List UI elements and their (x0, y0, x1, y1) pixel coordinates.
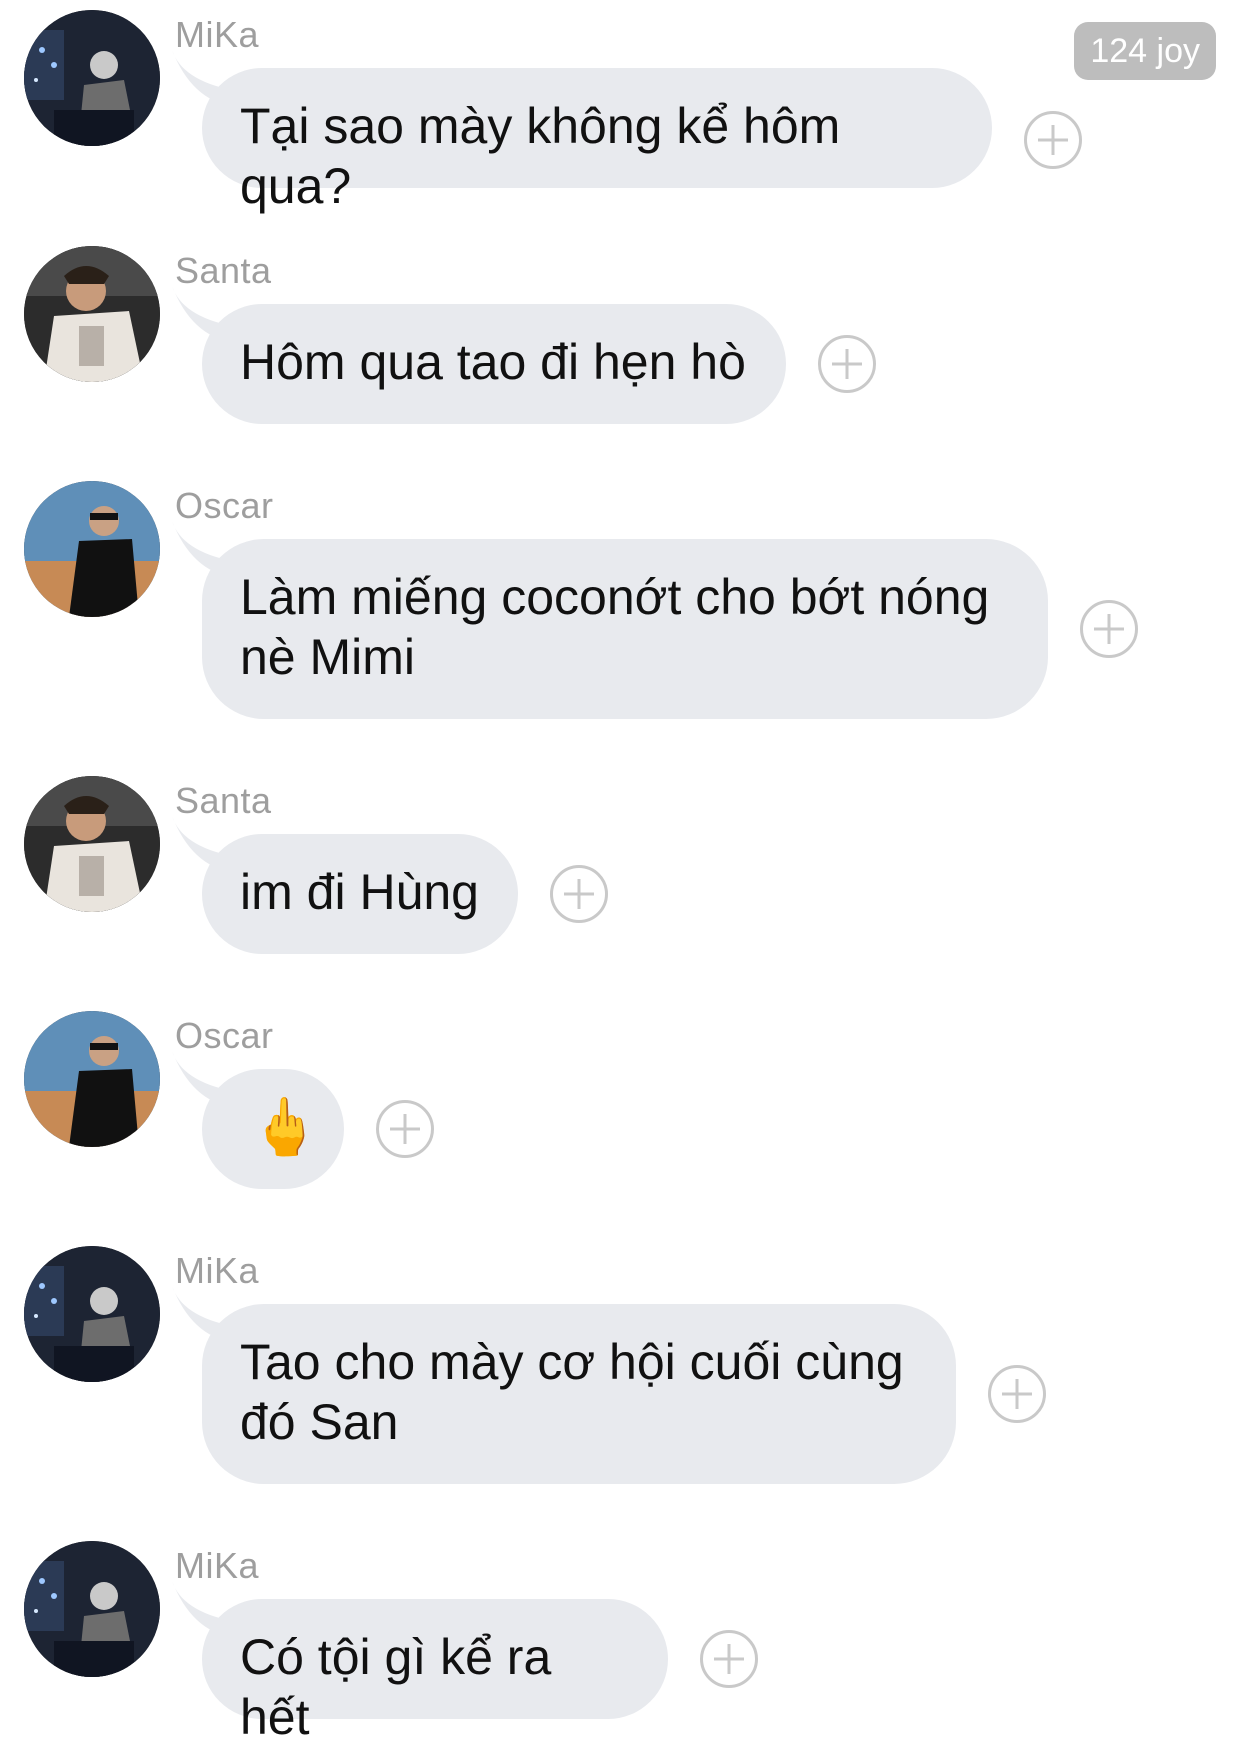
message-bubble[interactable]: Có tội gì kể ra hết (202, 1599, 668, 1745)
avatar[interactable] (24, 10, 160, 146)
add-reaction-icon[interactable] (988, 1365, 1046, 1423)
add-reaction-icon[interactable] (700, 1630, 758, 1688)
add-reaction-icon[interactable] (376, 1100, 434, 1158)
message-bubble[interactable]: Làm miếng coconớt cho bớt nóng nè Mimi (202, 539, 1048, 719)
message-bubble[interactable]: Tao cho mày cơ hội cuối cùng đó San (202, 1304, 956, 1484)
add-reaction-icon[interactable] (818, 335, 876, 393)
avatar[interactable] (24, 481, 160, 617)
message-bubble[interactable]: Hôm qua tao đi hẹn hò (202, 304, 786, 424)
add-reaction-icon[interactable] (550, 865, 608, 923)
avatar[interactable] (24, 776, 160, 912)
message-bubble[interactable]: 🖕 (202, 1069, 344, 1189)
avatar[interactable] (24, 1541, 160, 1677)
avatar[interactable] (24, 246, 160, 382)
avatar[interactable] (24, 1011, 160, 1147)
message-bubble[interactable]: im đi Hùng (202, 834, 518, 954)
add-reaction-icon[interactable] (1024, 111, 1082, 169)
joy-count-badge: 124 joy (1074, 22, 1216, 80)
add-reaction-icon[interactable] (1080, 600, 1138, 658)
message-bubble[interactable]: Tại sao mày không kể hôm qua? (202, 68, 992, 214)
avatar[interactable] (24, 1246, 160, 1382)
